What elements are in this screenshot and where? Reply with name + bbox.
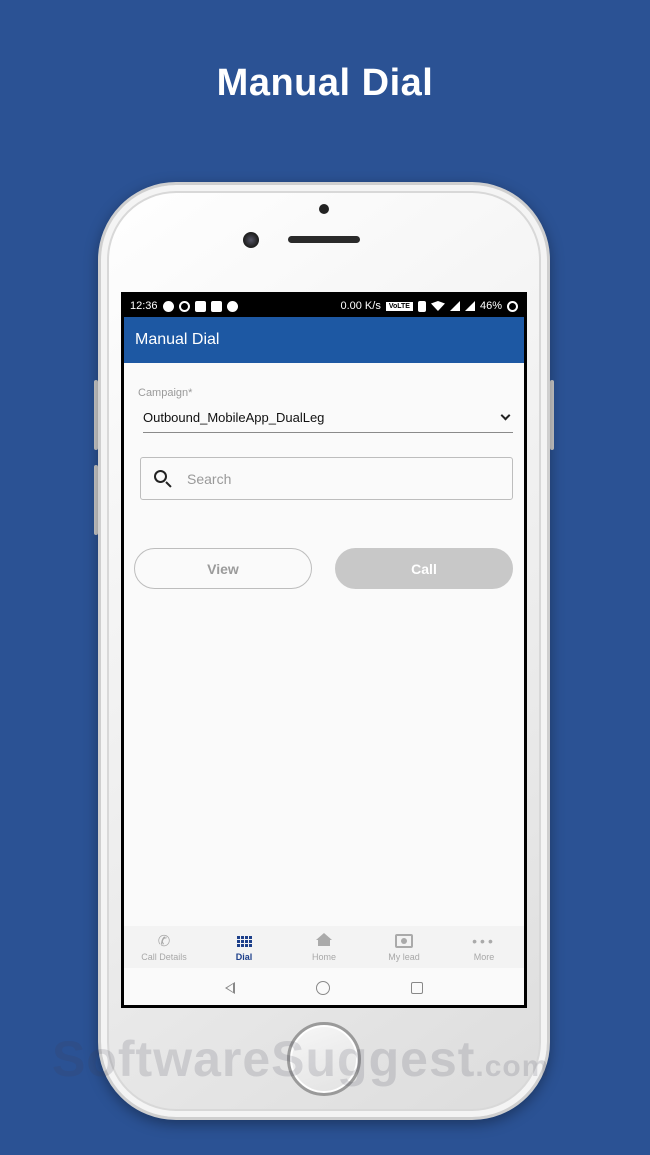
whatsapp-icon [226, 300, 238, 312]
front-camera [243, 232, 259, 248]
battery-icon [507, 300, 518, 312]
bottom-nav: ✆ Call Details Dial Home My lead ••• Mor… [124, 926, 524, 968]
signal-2-icon [464, 301, 475, 311]
campaign-value: Outbound_MobileApp_DualLeg [143, 410, 325, 425]
nav-label: Dial [235, 952, 253, 962]
nav-more[interactable]: ••• More [444, 932, 524, 962]
nav-label: My lead [388, 952, 420, 962]
signal-icon [449, 301, 460, 311]
power-key [550, 380, 554, 450]
home-circle-icon[interactable] [315, 981, 330, 995]
watermark-suffix: .com [475, 1050, 550, 1083]
call-button[interactable]: Call [335, 548, 513, 589]
campaign-select[interactable]: Outbound_MobileApp_DualLeg [143, 403, 513, 433]
campaign-label: Campaign* [138, 387, 193, 399]
chevron-down-icon [500, 410, 511, 421]
status-time: 12:36 [130, 300, 158, 312]
dialpad-icon [236, 932, 252, 950]
search-icon [153, 469, 173, 489]
status-bar: 12:36 0.00 K/s VoLTE 46% [124, 295, 524, 317]
proximity-sensor [319, 204, 329, 214]
wifi-icon [430, 301, 445, 311]
search-input[interactable] [187, 470, 467, 487]
page-title: Manual Dial [135, 331, 220, 348]
nav-label: More [473, 952, 495, 962]
search-box[interactable] [140, 457, 513, 500]
vibrate-icon [417, 300, 426, 312]
app-screen: 12:36 0.00 K/s VoLTE 46% Manual Dial Cam… [124, 295, 524, 1005]
volte-icon: VoLTE [385, 301, 413, 311]
app-bar: Manual Dial [124, 317, 524, 363]
more-dots-icon: ••• [472, 933, 496, 949]
gmail-icon [194, 300, 206, 312]
nav-call-details[interactable]: ✆ Call Details [124, 932, 204, 962]
recents-icon[interactable] [411, 982, 424, 994]
battery-percent: 46% [479, 300, 502, 312]
home-icon [316, 932, 332, 950]
earpiece-speaker [288, 236, 360, 243]
nav-home[interactable]: Home [284, 932, 364, 962]
phone-screen: 12:36 0.00 K/s VoLTE 46% Manual Dial Cam… [121, 292, 527, 1008]
call-list-icon: ✆ [157, 933, 171, 950]
watermark-brand: SoftwareSuggest [52, 1031, 476, 1087]
system-nav-bar [124, 969, 524, 1005]
network-speed: 0.00 K/s [340, 300, 381, 312]
headline: Manual Dial [216, 62, 434, 104]
watermark: SoftwareSuggest.com [52, 1030, 549, 1088]
nav-label: Home [311, 952, 336, 962]
nav-dial[interactable]: Dial [204, 932, 284, 962]
view-button[interactable]: View [134, 548, 312, 589]
contact-card-icon [395, 932, 413, 950]
nav-label: Call Details [141, 952, 187, 962]
gallery-icon [210, 300, 222, 312]
hangouts-icon [162, 300, 174, 312]
nav-my-lead[interactable]: My lead [364, 932, 444, 962]
record-icon [178, 300, 190, 312]
back-icon[interactable] [224, 982, 235, 994]
